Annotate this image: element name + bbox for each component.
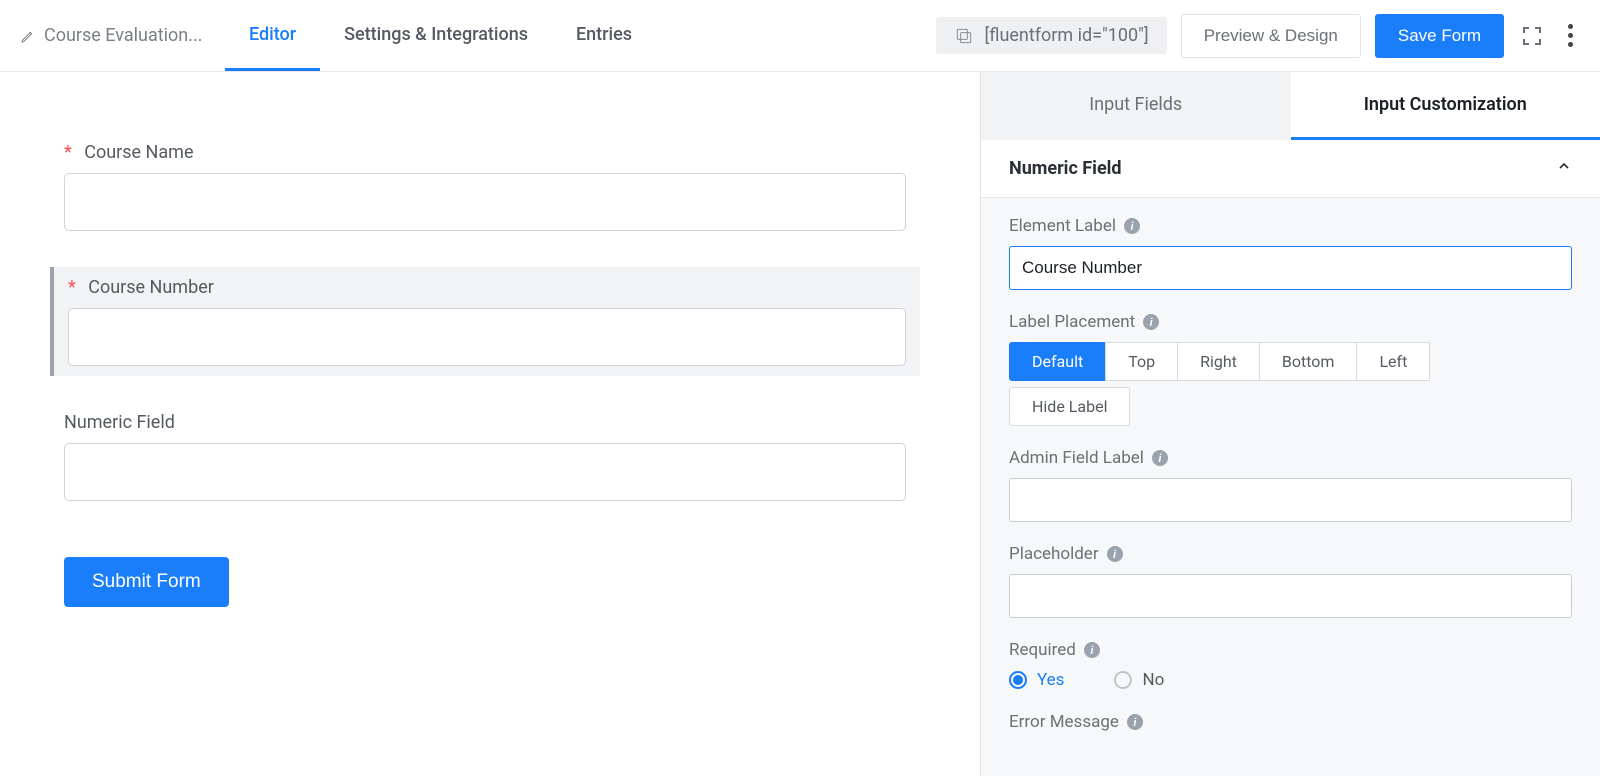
setting-placeholder: Placeholder i (1009, 544, 1572, 618)
field-label-text: Numeric Field (64, 412, 175, 433)
shortcode-box[interactable]: [fluentform id="100"] (936, 17, 1166, 54)
preview-design-button[interactable]: Preview & Design (1181, 14, 1361, 58)
setting-admin-field-label: Admin Field Label i (1009, 448, 1572, 522)
radio-icon (1114, 671, 1132, 689)
info-icon[interactable]: i (1084, 642, 1100, 658)
setting-error-message: Error Message i (1009, 712, 1572, 732)
setting-label: Placeholder i (1009, 544, 1572, 564)
info-icon[interactable]: i (1127, 714, 1143, 730)
tab-settings-integrations[interactable]: Settings & Integrations (320, 0, 552, 71)
sidebar-tabs: Input Fields Input Customization (981, 72, 1600, 140)
admin-field-label-input[interactable] (1009, 478, 1572, 522)
required-yes[interactable]: Yes (1009, 670, 1064, 690)
tab-input-fields[interactable]: Input Fields (981, 72, 1291, 140)
placement-top[interactable]: Top (1105, 342, 1178, 381)
tab-input-customization[interactable]: Input Customization (1291, 72, 1600, 140)
field-numeric[interactable]: Numeric Field (50, 402, 920, 511)
field-course-name[interactable]: * Course Name (50, 132, 920, 241)
sidebar: Input Fields Input Customization Numeric… (980, 72, 1600, 776)
required-asterisk: * (68, 277, 76, 298)
panel-header[interactable]: Numeric Field (981, 140, 1600, 198)
info-icon[interactable]: i (1143, 314, 1159, 330)
field-label: * Course Name (64, 142, 906, 163)
placement-right[interactable]: Right (1177, 342, 1260, 381)
setting-label: Required i (1009, 640, 1572, 660)
shortcode-text: [fluentform id="100"] (984, 25, 1148, 46)
placement-bottom[interactable]: Bottom (1259, 342, 1358, 381)
placement-left[interactable]: Left (1356, 342, 1430, 381)
copy-icon (954, 26, 974, 46)
panel-body: Element Label i Label Placement i Defaul… (981, 198, 1600, 772)
setting-label: Element Label i (1009, 216, 1572, 236)
setting-label: Admin Field Label i (1009, 448, 1572, 468)
required-radio-group: Yes No (1009, 670, 1572, 690)
setting-required: Required i Yes No (1009, 640, 1572, 690)
label-placement-options: Default Top Right Bottom Left (1009, 342, 1572, 381)
radio-icon (1009, 671, 1027, 689)
field-label: * Course Number (68, 277, 906, 298)
form-title[interactable]: Course Evaluation... (20, 25, 225, 46)
field-label-text: Course Name (84, 142, 193, 163)
placement-default[interactable]: Default (1009, 342, 1106, 381)
tab-entries[interactable]: Entries (552, 0, 656, 71)
chevron-up-icon (1556, 158, 1572, 179)
required-no[interactable]: No (1114, 670, 1164, 690)
field-input[interactable] (64, 443, 906, 501)
info-icon[interactable]: i (1107, 546, 1123, 562)
edit-icon (20, 28, 36, 44)
radio-label: No (1142, 670, 1164, 690)
main-tabs: Editor Settings & Integrations Entries (225, 0, 656, 71)
more-options-icon[interactable] (1560, 24, 1580, 47)
panel-title: Numeric Field (1009, 158, 1122, 179)
radio-label: Yes (1037, 670, 1064, 690)
tab-editor[interactable]: Editor (225, 0, 320, 71)
label-placement-options-row2: Hide Label (1009, 387, 1572, 426)
field-label-text: Course Number (88, 277, 214, 298)
field-input[interactable] (68, 308, 906, 366)
setting-element-label: Element Label i (1009, 216, 1572, 290)
form-title-text: Course Evaluation... (44, 25, 202, 46)
required-asterisk: * (64, 142, 72, 163)
setting-label: Label Placement i (1009, 312, 1572, 332)
setting-label: Error Message i (1009, 712, 1572, 732)
save-form-button[interactable]: Save Form (1375, 14, 1504, 58)
info-icon[interactable]: i (1152, 450, 1168, 466)
form-canvas: * Course Name * Course Number Numeric Fi… (0, 72, 980, 776)
top-bar: Course Evaluation... Editor Settings & I… (0, 0, 1600, 72)
editor-body: * Course Name * Course Number Numeric Fi… (0, 72, 1600, 776)
submit-form-button[interactable]: Submit Form (64, 557, 229, 607)
field-label: Numeric Field (64, 412, 906, 433)
setting-label-placement: Label Placement i Default Top Right Bott… (1009, 312, 1572, 426)
field-course-number[interactable]: * Course Number (50, 267, 920, 376)
field-input[interactable] (64, 173, 906, 231)
placeholder-input[interactable] (1009, 574, 1572, 618)
element-label-input[interactable] (1009, 246, 1572, 290)
placement-hide-label[interactable]: Hide Label (1009, 387, 1130, 426)
info-icon[interactable]: i (1124, 218, 1140, 234)
fullscreen-icon[interactable] (1518, 22, 1546, 50)
